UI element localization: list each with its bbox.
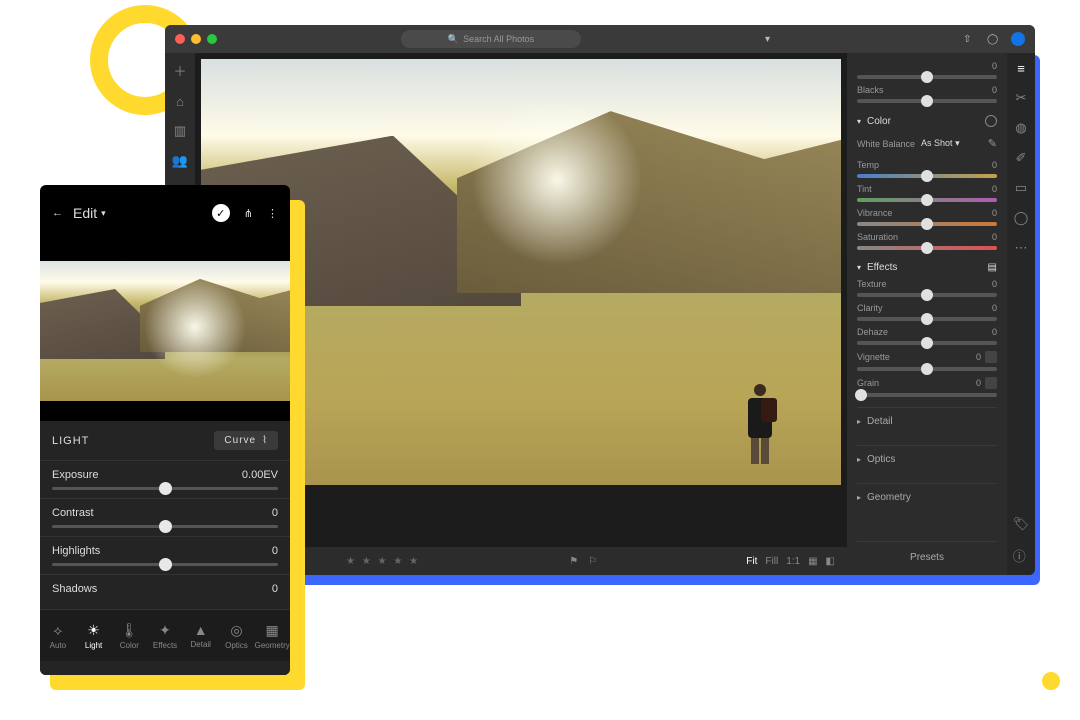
people-icon[interactable]: 👥 — [172, 153, 188, 169]
vignette-expand-icon[interactable] — [985, 351, 997, 363]
cloud-sync-icon[interactable] — [1011, 32, 1025, 46]
keywords-icon[interactable]: 🏷 — [1013, 516, 1030, 532]
mobile-edit-panel: LIGHT Curve ⌇ Exposure0.00EV Contrast0 H… — [40, 421, 290, 675]
share-icon[interactable]: ⋔ — [244, 207, 253, 220]
search-input[interactable]: 🔍 Search All Photos — [401, 30, 581, 48]
mobile-window: ← Edit ▾ ✓ ⋔ ⋮ LIGHT Curve ⌇ Exposure0.0… — [40, 185, 290, 675]
tab-color[interactable]: 🌡Color — [111, 610, 147, 661]
section-detail[interactable]: ▸ Detail — [857, 407, 997, 435]
curve-icon: ⌇ — [262, 435, 268, 446]
slider-blacks[interactable]: Blacks0 — [857, 85, 997, 103]
presets-button[interactable]: Presets — [857, 541, 997, 567]
slider-saturation[interactable]: Saturation0 — [857, 232, 997, 250]
close-icon[interactable] — [175, 34, 185, 44]
home-icon[interactable]: ⌂ — [176, 94, 184, 109]
zoom-fit[interactable]: Fit — [746, 556, 757, 567]
decor-dot — [1042, 672, 1060, 690]
library-icon[interactable]: ▥ — [174, 123, 186, 139]
photo-sunflare — [457, 80, 657, 280]
minimize-icon[interactable] — [191, 34, 201, 44]
brush-icon[interactable]: ✐ — [1016, 150, 1027, 166]
slider-exposure[interactable]: Exposure0.00EV — [40, 460, 290, 498]
section-color[interactable]: ▾ Color — [857, 115, 997, 127]
chevron-right-icon: ▸ — [857, 417, 861, 426]
mobile-topbar: ← Edit ▾ ✓ ⋔ ⋮ — [40, 185, 290, 241]
search-icon: 🔍 — [448, 34, 459, 45]
slider-shadows[interactable]: Shadows0 — [40, 574, 290, 609]
compare-view-icon[interactable]: ◧ — [826, 556, 835, 567]
auto-icon: ⟡ — [53, 622, 62, 639]
effects-icon: ✦ — [159, 622, 171, 639]
slider-dehaze[interactable]: Dehaze0 — [857, 327, 997, 345]
more-icon[interactable]: ⋯ — [1015, 240, 1028, 256]
effects-options-icon[interactable]: ▤ — [988, 262, 997, 273]
section-effects[interactable]: ▾ Effects ▤ — [857, 262, 997, 273]
mobile-canvas[interactable] — [40, 241, 290, 421]
flag-pick-icon[interactable]: ⚑ — [569, 556, 578, 567]
color-icon: 🌡 — [120, 622, 138, 639]
tab-light[interactable]: ☀Light — [76, 610, 112, 661]
crop-icon[interactable]: ✂ — [1016, 90, 1027, 106]
tab-geometry[interactable]: ▦Geometry — [254, 610, 290, 661]
more-icon[interactable]: ⋮ — [267, 207, 278, 220]
section-optics[interactable]: ▸ Optics — [857, 445, 997, 473]
radial-grad-icon[interactable]: ◯ — [1014, 210, 1029, 226]
slider-temp[interactable]: Temp0 — [857, 160, 997, 178]
white-balance-dropdown[interactable]: As Shot ▾ — [921, 138, 960, 149]
flag-reject-icon[interactable]: ⚐ — [588, 556, 597, 567]
healing-icon[interactable]: ◍ — [1015, 120, 1026, 136]
tab-auto[interactable]: ⟡Auto — [40, 610, 76, 661]
mobile-title[interactable]: Edit ▾ — [73, 205, 106, 221]
back-icon[interactable]: ← — [52, 207, 63, 219]
edit-sliders-icon[interactable]: ≡ — [1017, 61, 1025, 76]
slider-contrast[interactable]: Contrast0 — [40, 498, 290, 536]
slider-highlights[interactable]: Highlights0 — [40, 536, 290, 574]
tool-rail: ≡ ✂ ◍ ✐ ▭ ◯ ⋯ 🏷 ⓘ — [1007, 53, 1035, 575]
grid-view-icon[interactable]: ▦ — [808, 556, 817, 567]
light-section-header: LIGHT Curve ⌇ — [40, 421, 290, 460]
optics-icon: ◎ — [230, 622, 242, 639]
globe-icon[interactable]: ◯ — [987, 34, 1001, 45]
slider-texture[interactable]: Texture0 — [857, 279, 997, 297]
photo-hiker — [743, 384, 777, 464]
search-placeholder: Search All Photos — [463, 34, 534, 44]
chevron-right-icon: ▸ — [857, 493, 861, 502]
chevron-right-icon: ▸ — [857, 455, 861, 464]
eyedropper-icon[interactable]: ✎ — [988, 137, 997, 150]
light-icon: ☀ — [87, 622, 100, 639]
color-mixer-icon[interactable] — [985, 115, 997, 127]
share-icon[interactable]: ⇧ — [963, 34, 977, 45]
filter-icon[interactable]: ▾ — [765, 34, 779, 45]
chevron-down-icon: ▾ — [857, 263, 861, 272]
grain-expand-icon[interactable] — [985, 377, 997, 389]
zoom-icon[interactable] — [207, 34, 217, 44]
white-balance-row: White Balance As Shot ▾ ✎ — [857, 137, 997, 150]
slider-vibrance[interactable]: Vibrance0 — [857, 208, 997, 226]
zoom-ratio[interactable]: 1:1 — [786, 556, 800, 567]
zoom-fill[interactable]: Fill — [765, 556, 778, 567]
curve-button[interactable]: Curve ⌇ — [214, 431, 278, 450]
slider-vignette[interactable]: Vignette 0 — [857, 351, 997, 371]
slider-tint[interactable]: Tint0 — [857, 184, 997, 202]
section-geometry[interactable]: ▸ Geometry — [857, 483, 997, 511]
edit-panel: 0 Blacks0 ▾ Color White Balance As Shot … — [847, 53, 1007, 575]
titlebar: 🔍 Search All Photos ▾ ⇧ ◯ — [165, 25, 1035, 53]
slider-grain[interactable]: Grain 0 — [857, 377, 997, 397]
window-controls — [175, 34, 217, 44]
detail-icon: ▲ — [194, 622, 208, 638]
mobile-tabs: ⟡Auto ☀Light 🌡Color ✦Effects ▲Detail ◎Op… — [40, 609, 290, 661]
slider-generic[interactable]: 0 — [857, 61, 997, 79]
tab-detail[interactable]: ▲Detail — [183, 610, 219, 661]
slider-clarity[interactable]: Clarity0 — [857, 303, 997, 321]
chevron-down-icon: ▾ — [857, 117, 861, 126]
linear-grad-icon[interactable]: ▭ — [1015, 180, 1027, 196]
tab-effects[interactable]: ✦Effects — [147, 610, 183, 661]
add-photo-icon[interactable]: ＋ — [173, 61, 186, 80]
tab-optics[interactable]: ◎Optics — [219, 610, 255, 661]
rating-stars[interactable]: ★ ★ ★ ★ ★ — [346, 556, 420, 567]
chevron-down-icon: ▾ — [101, 208, 106, 219]
info-icon[interactable]: ⓘ — [1013, 546, 1030, 565]
geometry-icon: ▦ — [266, 622, 279, 639]
accept-icon[interactable]: ✓ — [212, 204, 230, 222]
